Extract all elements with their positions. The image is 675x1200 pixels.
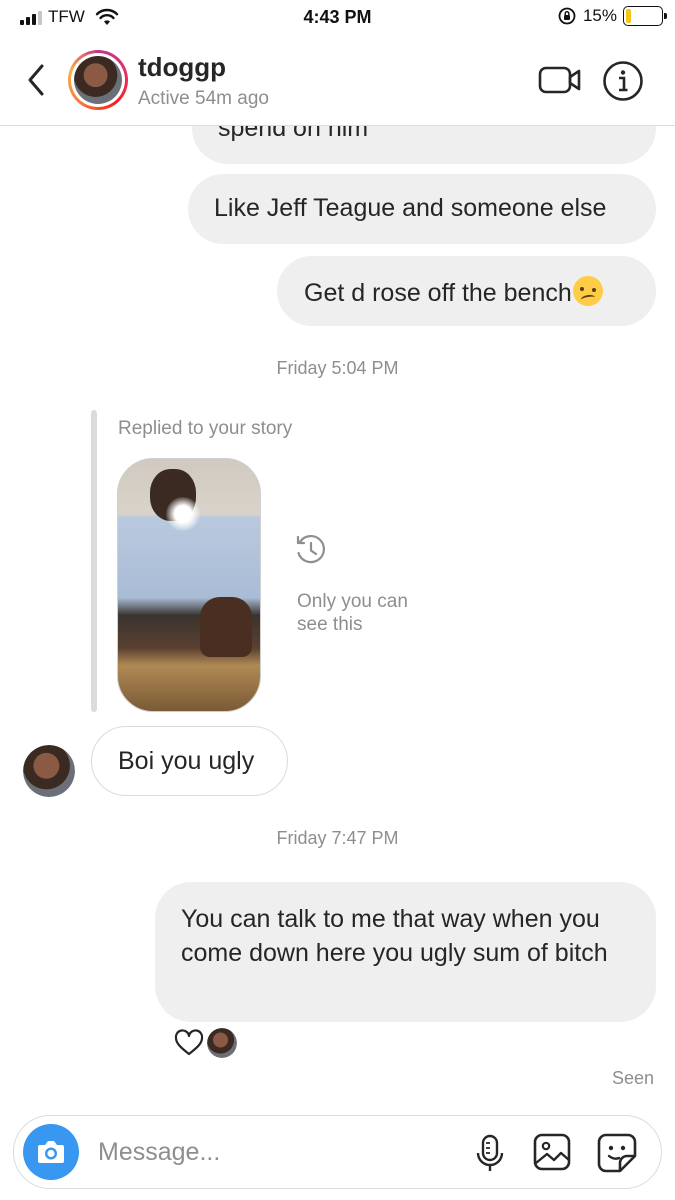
message-composer — [13, 1115, 662, 1189]
message-text: Like Jeff Teague and someone else — [214, 194, 607, 222]
avatar-photo — [207, 1028, 237, 1058]
battery-icon — [623, 6, 667, 26]
story-flash — [166, 497, 200, 531]
info-icon[interactable] — [602, 60, 644, 102]
message-timestamp: Friday 7:47 PM — [276, 828, 399, 848]
avatar-photo — [23, 745, 75, 797]
heart-icon — [174, 1029, 204, 1056]
camera-button[interactable] — [23, 1124, 79, 1180]
story-thumbnail[interactable] — [117, 458, 261, 712]
gallery-icon[interactable] — [532, 1132, 572, 1172]
battery-percent: 15% — [582, 6, 617, 25]
incoming-message[interactable]: Boi you ugly — [91, 726, 288, 796]
orientation-lock-icon — [558, 7, 576, 25]
sender-avatar[interactable] — [23, 745, 75, 797]
message-reactions[interactable] — [174, 1028, 237, 1058]
message-text: You can talk to me that way when you com… — [181, 905, 608, 967]
story-bag — [200, 597, 252, 657]
battery-level-fill — [626, 9, 632, 23]
message-timestamp: Friday 5:04 PM — [276, 358, 399, 378]
back-chevron-icon[interactable] — [22, 60, 52, 100]
outgoing-message[interactable]: Like Jeff Teague and someone else — [188, 174, 656, 244]
microphone-icon[interactable] — [474, 1134, 506, 1174]
avatar-photo — [74, 56, 122, 104]
reactor-avatar — [207, 1028, 237, 1058]
history-clock-icon — [296, 535, 325, 564]
chat-header: tdoggp Active 54m ago — [0, 36, 675, 126]
video-call-icon[interactable] — [538, 64, 582, 96]
seen-indicator: Seen — [611, 1068, 654, 1088]
status-bar: TFW 4:43 PM 15% — [0, 0, 675, 36]
message-text: Get d rose off the bench — [304, 279, 572, 307]
message-input[interactable] — [98, 1134, 458, 1170]
story-reply-label: Replied to your story — [118, 418, 293, 439]
profile-avatar[interactable] — [68, 50, 128, 110]
sticker-icon[interactable] — [596, 1132, 638, 1174]
outgoing-message[interactable]: Get d rose off the bench — [277, 256, 656, 326]
chat-username[interactable]: tdoggp — [138, 52, 226, 83]
story-visibility-note: Only you can see this — [297, 591, 408, 635]
message-text: Boi you ugly — [118, 747, 255, 775]
camera-icon — [38, 1141, 64, 1163]
status-right: 15% — [557, 6, 667, 26]
woozy-face-emoji-icon — [572, 276, 603, 306]
active-status: Active 54m ago — [138, 88, 269, 109]
outgoing-message[interactable]: You can talk to me that way when you com… — [155, 882, 656, 1022]
reply-indicator-bar — [91, 410, 97, 712]
